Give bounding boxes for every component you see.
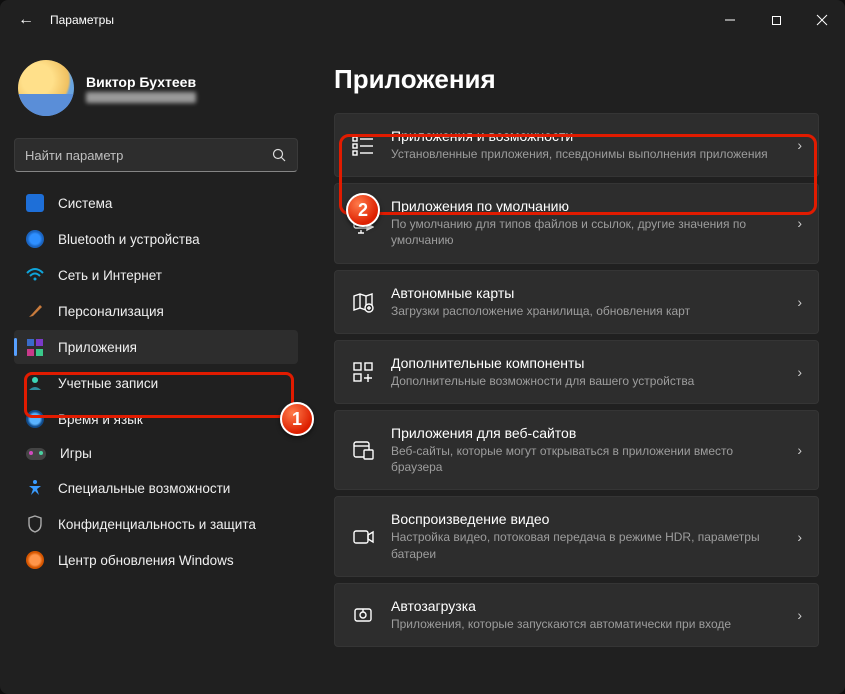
profile-email-blurred [86,92,196,103]
website-app-icon [351,438,375,462]
card-apps-for-websites[interactable]: Приложения для веб-сайтов Веб-сайты, кот… [334,410,819,490]
card-video-playback[interactable]: Воспроизведение видео Настройка видео, п… [334,496,819,576]
sidebar-item-privacy[interactable]: Конфиденциальность и защита [14,507,298,541]
sidebar-item-network[interactable]: Сеть и Интернет [14,258,298,292]
card-default-apps[interactable]: Приложения по умолчанию По умолчанию для… [334,183,819,263]
default-apps-icon [351,211,375,235]
sidebar-item-label: Центр обновления Windows [58,553,234,568]
accessibility-icon [26,479,44,497]
window-controls [707,0,845,40]
sidebar-item-label: Персонализация [58,304,164,319]
map-icon [351,290,375,314]
card-title: Воспроизведение видео [391,511,781,527]
sidebar-item-bluetooth[interactable]: Bluetooth и устройства [14,222,298,256]
grid-plus-icon [351,360,375,384]
brush-icon [26,302,44,320]
nav-list: Система Bluetooth и устройства Сеть и Ин… [14,186,298,577]
update-icon [26,551,44,569]
gamepad-icon [26,448,46,460]
profile-name: Виктор Бухтеев [86,74,196,90]
back-button[interactable]: ← [8,7,44,33]
maximize-button[interactable] [753,0,799,40]
window-body: Виктор Бухтеев Система Bluetooth и устро… [0,40,845,694]
sidebar: Виктор Бухтеев Система Bluetooth и устро… [0,40,310,694]
card-subtitle: По умолчанию для типов файлов и ссылок, … [391,216,781,248]
sidebar-item-label: Игры [60,446,92,461]
sidebar-item-label: Конфиденциальность и защита [58,517,256,532]
shield-icon [26,515,44,533]
sidebar-item-accessibility[interactable]: Специальные возможности [14,471,298,505]
sidebar-item-windows-update[interactable]: Центр обновления Windows [14,543,298,577]
card-title: Автозагрузка [391,598,781,614]
page-title: Приложения [334,64,819,95]
sidebar-item-personalization[interactable]: Персонализация [14,294,298,328]
chevron-right-icon: › [797,529,802,545]
sidebar-item-label: Bluetooth и устройства [58,232,200,247]
card-apps-features[interactable]: Приложения и возможности Установленные п… [334,113,819,177]
search-icon [272,148,287,163]
startup-icon [351,603,375,627]
card-subtitle: Дополнительные возможности для вашего ус… [391,373,781,389]
chevron-right-icon: › [797,137,802,153]
settings-window: ← Параметры Виктор Бухтеев [0,0,845,694]
sidebar-item-system[interactable]: Система [14,186,298,220]
card-title: Приложения и возможности [391,128,781,144]
card-offline-maps[interactable]: Автономные карты Загрузки расположение х… [334,270,819,334]
list-icon [351,133,375,157]
profile[interactable]: Виктор Бухтеев [14,54,298,130]
system-icon [26,194,44,212]
sidebar-item-apps[interactable]: Приложения [14,330,298,364]
sidebar-item-label: Сеть и Интернет [58,268,162,283]
video-icon [351,525,375,549]
wifi-icon [26,266,44,284]
card-title: Приложения по умолчанию [391,198,781,214]
sidebar-item-label: Учетные записи [58,376,158,391]
search-box[interactable] [14,138,298,172]
sidebar-item-label: Приложения [58,340,137,355]
card-title: Приложения для веб-сайтов [391,425,781,441]
close-button[interactable] [799,0,845,40]
avatar [18,60,74,116]
chevron-right-icon: › [797,364,802,380]
main-content: Приложения Приложения и возможности Уста… [310,40,845,694]
card-subtitle: Установленные приложения, псевдонимы вып… [391,146,781,162]
card-subtitle: Загрузки расположение хранилища, обновле… [391,303,781,319]
sidebar-item-label: Система [58,196,112,211]
sidebar-item-gaming[interactable]: Игры [14,438,298,469]
bluetooth-icon [26,230,44,248]
card-subtitle: Приложения, которые запускаются автомати… [391,616,781,632]
sidebar-item-label: Время и язык [58,412,143,427]
window-title: Параметры [50,13,114,27]
card-subtitle: Веб-сайты, которые могут открываться в п… [391,443,781,475]
chevron-right-icon: › [797,215,802,231]
sidebar-item-label: Специальные возможности [58,481,230,496]
clock-icon [26,410,44,428]
person-icon [26,374,44,392]
apps-icon [26,338,44,356]
chevron-right-icon: › [797,607,802,623]
cards-list: Приложения и возможности Установленные п… [334,113,819,647]
card-startup[interactable]: Автозагрузка Приложения, которые запуска… [334,583,819,647]
sidebar-item-accounts[interactable]: Учетные записи [14,366,298,400]
card-subtitle: Настройка видео, потоковая передача в ре… [391,529,781,561]
chevron-right-icon: › [797,294,802,310]
card-title: Автономные карты [391,285,781,301]
chevron-right-icon: › [797,442,802,458]
card-title: Дополнительные компоненты [391,355,781,371]
minimize-button[interactable] [707,0,753,40]
sidebar-item-time-language[interactable]: Время и язык [14,402,298,436]
titlebar: ← Параметры [0,0,845,40]
search-input[interactable] [25,148,272,163]
card-optional-features[interactable]: Дополнительные компоненты Дополнительные… [334,340,819,404]
